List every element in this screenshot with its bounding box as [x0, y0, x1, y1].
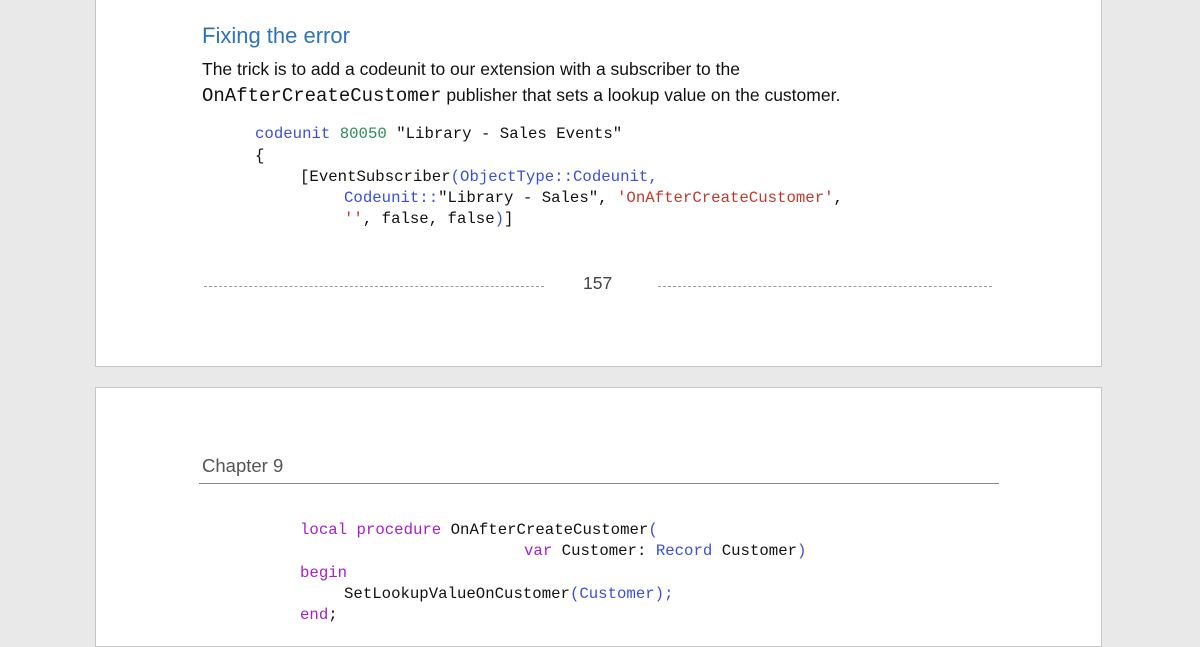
code-text: Customer: — [552, 542, 656, 560]
code-line: begin — [300, 563, 347, 584]
code-text: "Library - Sales Events" — [386, 125, 623, 143]
code-line: [EventSubscriber(ObjectType::Codeunit, — [300, 167, 658, 188]
code-line: { — [255, 147, 265, 165]
paragraph-text: publisher that sets a lookup value on th… — [441, 85, 841, 105]
inline-code: OnAfterCreateCustomer — [202, 85, 442, 107]
code-text: OnAfterCreateCustomer — [441, 521, 649, 539]
code-keyword: (Customer); — [569, 585, 674, 603]
code-string: 'OnAfterCreateCustomer' — [617, 189, 834, 207]
footer-divider-left — [204, 286, 544, 287]
code-number: 80050 — [339, 125, 387, 143]
code-keyword: ) — [797, 542, 807, 560]
code-line: codeunit 80050 "Library - Sales Events" — [255, 124, 622, 145]
body-paragraph-line-2: OnAfterCreateCustomer publisher that set… — [202, 85, 840, 107]
code-keyword: procedure — [356, 521, 442, 539]
code-keyword: local — [300, 521, 348, 539]
code-text: SetLookupValueOnCustomer — [344, 585, 570, 603]
header-rule — [199, 483, 999, 484]
code-keyword: (ObjectType::Codeunit, — [450, 168, 658, 186]
code-keyword: codeunit — [255, 125, 331, 143]
code-line: '', false, false)] — [344, 209, 513, 230]
code-keyword: Record — [655, 542, 713, 560]
code-keyword: end — [300, 606, 329, 624]
code-line: var Customer: Record Customer) — [524, 541, 806, 562]
code-text: Customer — [712, 542, 798, 560]
code-text: [EventSubscriber — [300, 168, 451, 186]
code-text: , false, false — [362, 210, 495, 228]
body-paragraph-line-1: The trick is to add a codeunit to our ex… — [202, 59, 740, 79]
code-string: '' — [344, 210, 363, 228]
code-line: Codeunit::"Library - Sales", 'OnAfterCre… — [344, 188, 843, 209]
code-text: ; — [328, 606, 338, 624]
footer-divider-right — [658, 286, 992, 287]
document-page-next: Chapter 9 local procedure OnAfterCreateC… — [95, 387, 1102, 647]
code-text: , — [833, 189, 843, 207]
page-number: 157 — [583, 273, 613, 293]
code-keyword: var — [524, 542, 553, 560]
code-keyword: ( — [648, 521, 658, 539]
section-heading: Fixing the error — [202, 23, 350, 48]
code-keyword: Codeunit:: — [344, 189, 439, 207]
code-line: SetLookupValueOnCustomer(Customer); — [344, 584, 674, 605]
chapter-header: Chapter 9 — [202, 455, 284, 476]
code-text: ] — [504, 210, 514, 228]
code-text: "Library - Sales", — [438, 189, 618, 207]
code-keyword: begin — [300, 564, 348, 582]
code-line: local procedure OnAfterCreateCustomer( — [300, 520, 658, 541]
code-keyword: ) — [494, 210, 505, 228]
code-line: end; — [300, 605, 338, 626]
document-page-157: Fixing the error The trick is to add a c… — [95, 0, 1102, 367]
